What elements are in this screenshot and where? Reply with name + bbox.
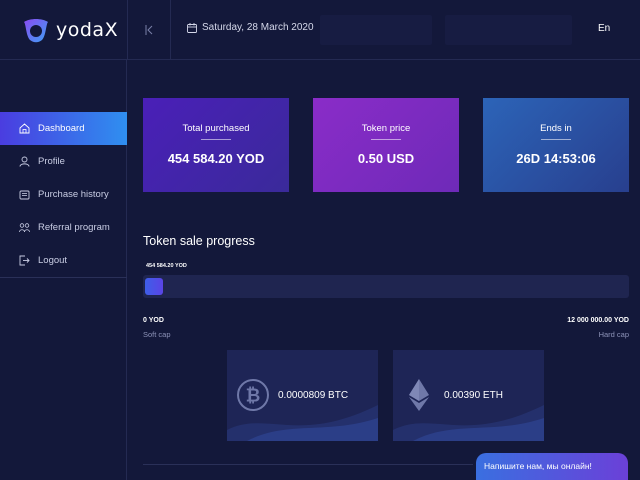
logo-icon xyxy=(24,19,48,43)
hard-cap-label: Hard cap xyxy=(598,330,629,339)
btc-amount: 0.0000809 BTC xyxy=(278,390,349,401)
section-divider xyxy=(143,464,473,465)
sidebar-divider xyxy=(0,277,127,278)
collapse-sidebar-icon[interactable] xyxy=(141,22,157,38)
sidebar-item-label: Profile xyxy=(38,156,65,167)
home-icon xyxy=(19,123,30,134)
ends-in-card: Ends in 26D 14:53:06 xyxy=(483,98,629,192)
hard-cap-value: 12 000 000.00 YOD xyxy=(567,317,629,324)
sidebar-item-label: Logout xyxy=(38,255,68,266)
header-divider xyxy=(170,0,171,60)
sidebar-item-dashboard[interactable]: Dashboard xyxy=(0,112,127,145)
card-value: 454 584.20 YOD xyxy=(167,151,265,166)
bitcoin-icon: ₿ xyxy=(237,379,269,411)
progress-fill xyxy=(145,278,163,295)
header-divider xyxy=(127,0,128,60)
sidebar: Dashboard Profile Purchase history Refer… xyxy=(0,60,127,480)
token-sale-progress-title: Token sale progress xyxy=(143,234,255,248)
language-selector[interactable]: En xyxy=(598,23,610,34)
referral-icon xyxy=(19,223,30,233)
card-value: 26D 14:53:06 xyxy=(516,151,596,166)
soft-cap-value: 0 YOD xyxy=(143,317,164,324)
sidebar-item-referral-program[interactable]: Referral program xyxy=(0,211,127,244)
current-date: Saturday, 28 March 2020 xyxy=(187,22,314,33)
date-text: Saturday, 28 March 2020 xyxy=(202,22,314,33)
soft-cap-label: Soft cap xyxy=(143,330,171,339)
sidebar-item-purchase-history[interactable]: Purchase history xyxy=(0,178,127,211)
sidebar-item-label: Purchase history xyxy=(38,189,109,200)
card-title: Ends in xyxy=(540,123,572,134)
card-title: Token price xyxy=(361,123,411,134)
progress-current-label: 454 584.20 YOD xyxy=(146,263,187,269)
sidebar-item-profile[interactable]: Profile xyxy=(0,145,127,178)
sidebar-item-label: Referral program xyxy=(38,222,110,233)
total-purchased-card: Total purchased 454 584.20 YOD xyxy=(143,98,289,192)
token-price-card: Token price 0.50 USD xyxy=(313,98,459,192)
btc-box: ₿ 0.0000809 BTC xyxy=(227,350,378,441)
sidebar-item-label: Dashboard xyxy=(38,123,85,134)
eth-amount: 0.00390 ETH xyxy=(444,390,503,401)
user-icon xyxy=(19,156,30,167)
card-underline xyxy=(541,139,571,140)
chat-widget-button[interactable]: Напишите нам, мы онлайн! xyxy=(476,453,628,480)
sidebar-nav: Dashboard Profile Purchase history Refer… xyxy=(0,112,127,277)
sidebar-item-logout[interactable]: Logout xyxy=(0,244,127,277)
header-placeholder xyxy=(445,15,572,45)
card-underline xyxy=(201,139,231,140)
progress-track xyxy=(143,275,629,298)
logo-text: yodaX xyxy=(56,19,119,41)
eth-box: 0.00390 ETH xyxy=(393,350,544,441)
card-value: 0.50 USD xyxy=(357,151,415,166)
logo[interactable]: yodaX xyxy=(20,12,118,48)
ethereum-icon xyxy=(409,379,429,411)
svg-text:₿: ₿ xyxy=(246,386,261,407)
card-underline xyxy=(371,139,401,140)
header-placeholder xyxy=(320,15,432,45)
card-title: Total purchased xyxy=(182,123,250,134)
header: yodaX Saturday, 28 March 2020 En xyxy=(0,0,640,60)
wallet-icon xyxy=(19,190,30,200)
calendar-icon xyxy=(187,22,197,33)
chat-widget-text: Напишите нам, мы онлайн! xyxy=(484,461,592,471)
logout-icon xyxy=(19,255,30,266)
